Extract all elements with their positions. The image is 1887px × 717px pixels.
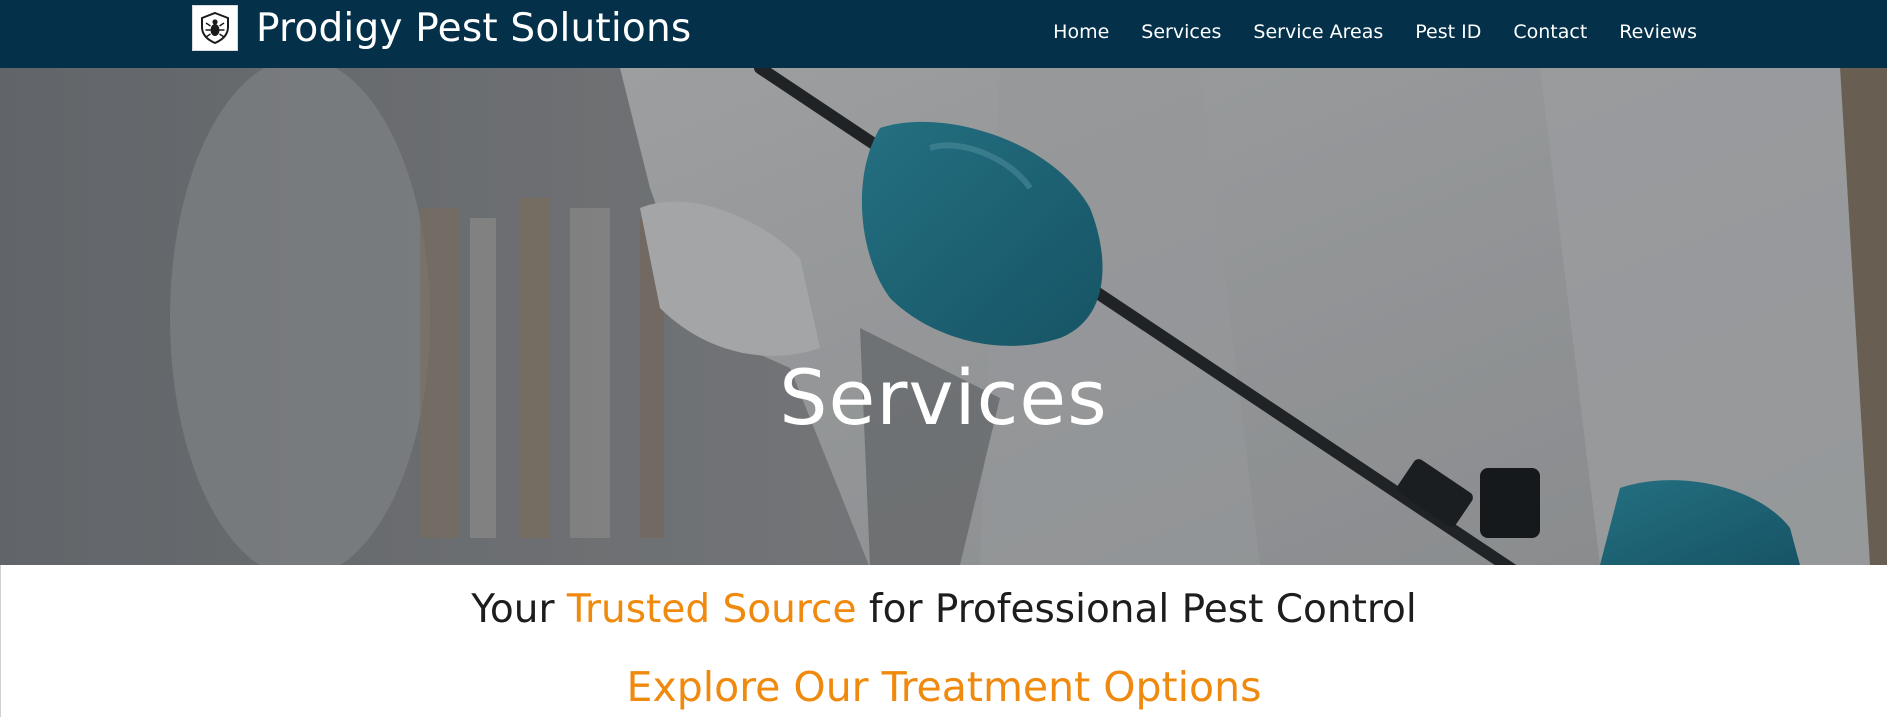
brand-title: Prodigy Pest Solutions	[256, 5, 692, 51]
hero-background-image	[0, 68, 1887, 565]
tagline-suffix: for Professional Pest Control	[856, 587, 1417, 632]
tagline-heading: Your Trusted Source for Professional Pes…	[1, 587, 1887, 632]
nav-link-reviews[interactable]: Reviews	[1619, 21, 1697, 43]
hero-title: Services	[779, 353, 1108, 442]
hero-banner: Services	[0, 68, 1887, 565]
nav-link-home[interactable]: Home	[1053, 21, 1109, 43]
tagline-accent: Trusted Source	[566, 587, 857, 632]
shield-bug-icon	[192, 5, 238, 51]
intro-section: Your Trusted Source for Professional Pes…	[0, 565, 1887, 717]
nav-link-contact[interactable]: Contact	[1513, 21, 1587, 43]
nav-link-service-areas[interactable]: Service Areas	[1253, 21, 1383, 43]
main-nav: Home Services Service Areas Pest ID Cont…	[1053, 0, 1697, 64]
tagline-prefix: Your	[471, 587, 567, 632]
treatment-options-heading: Explore Our Treatment Options	[626, 663, 1262, 711]
brand-home-link[interactable]: Prodigy Pest Solutions	[192, 4, 691, 52]
nav-link-services[interactable]: Services	[1141, 21, 1221, 43]
nav-link-pest-id[interactable]: Pest ID	[1415, 21, 1481, 43]
top-navbar: Prodigy Pest Solutions Home Services Ser…	[0, 0, 1887, 68]
